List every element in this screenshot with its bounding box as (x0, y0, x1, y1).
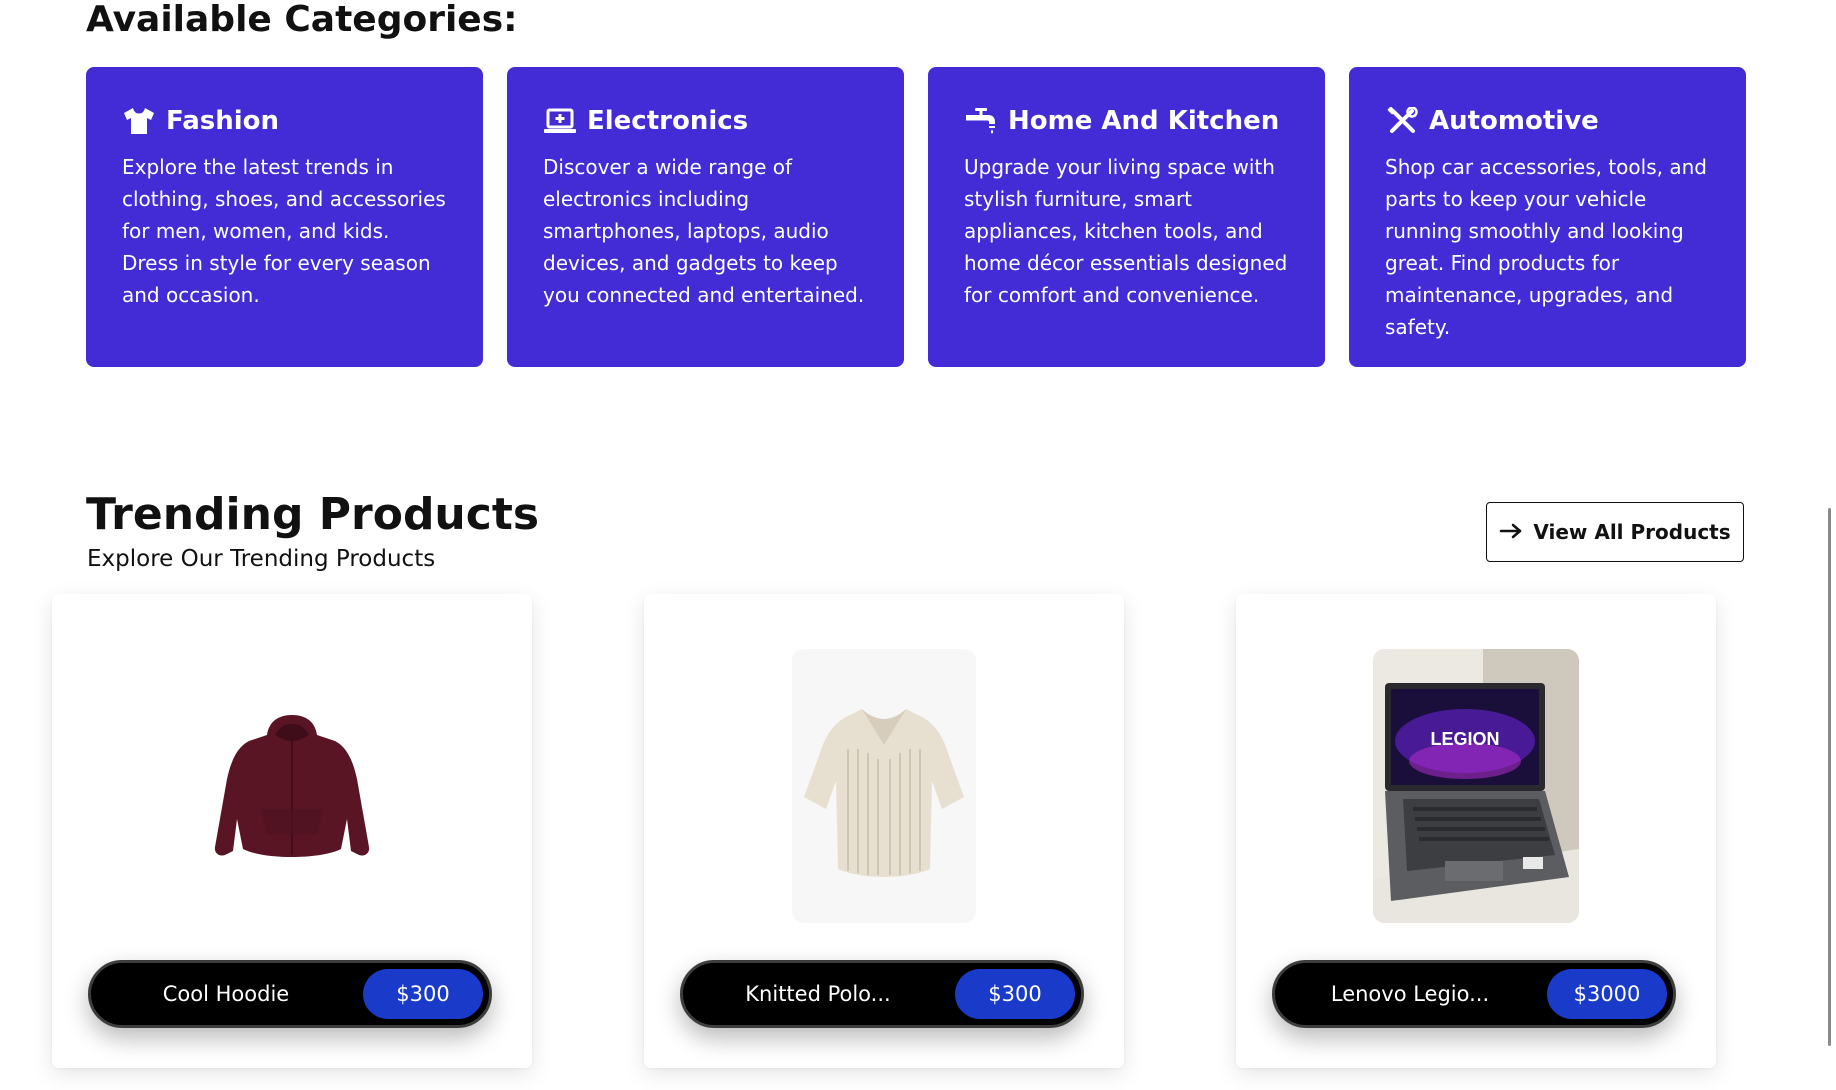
product-name: Cool Hoodie (162, 982, 290, 1006)
product-price[interactable]: $300 (363, 969, 483, 1019)
category-card-fashion[interactable]: Fashion Explore the latest trends in clo… (86, 67, 483, 367)
vertical-scrollbar[interactable] (1822, 0, 1836, 1090)
category-card-electronics[interactable]: Electronics Discover a wide range of ele… (507, 67, 904, 367)
tools-icon (1385, 106, 1419, 136)
view-all-products-button[interactable]: View All Products (1486, 502, 1744, 562)
legion-laptop-image[interactable]: LEGION (1373, 649, 1579, 923)
category-card-automotive[interactable]: Automotive Shop car accessories, tools, … (1349, 67, 1746, 367)
scrollbar-thumb[interactable] (1828, 508, 1831, 1046)
category-title: Home And Kitchen (1008, 106, 1280, 136)
product-card[interactable]: LEGION Lenovo Legio... $3000 (1236, 594, 1716, 1068)
product-name: Knitted Polo... (745, 982, 891, 1006)
arrow-right-icon (1499, 520, 1523, 544)
category-title: Electronics (587, 106, 749, 136)
category-title: Fashion (166, 106, 280, 136)
product-price[interactable]: $300 (955, 969, 1075, 1019)
product-card[interactable]: Cool Hoodie $300 (52, 594, 532, 1068)
svg-text:LEGION: LEGION (1430, 729, 1499, 749)
products-grid: Cool Hoodie $300 Knitted Polo... $300 LE… (52, 594, 1716, 1068)
product-name-price-pill[interactable]: Lenovo Legio... $3000 (1272, 960, 1676, 1028)
category-header: Automotive (1385, 105, 1710, 137)
product-price[interactable]: $3000 (1547, 969, 1667, 1019)
shirt-icon (122, 106, 156, 136)
view-all-label: View All Products (1533, 520, 1731, 544)
trending-subtitle: Explore Our Trending Products (87, 546, 436, 572)
category-title: Automotive (1429, 106, 1599, 136)
category-description: Shop car accessories, tools, and parts t… (1385, 155, 1707, 339)
category-header: Electronics (543, 105, 868, 137)
trending-title: Trending Products (86, 489, 540, 540)
cream-knit-polo-image[interactable] (792, 649, 976, 923)
categories-grid: Fashion Explore the latest trends in clo… (86, 67, 1746, 367)
maroon-hoodie-image[interactable] (189, 649, 395, 923)
category-description: Discover a wide range of electronics inc… (543, 155, 865, 307)
product-name-price-pill[interactable]: Cool Hoodie $300 (88, 960, 492, 1028)
faucet-icon (964, 106, 998, 136)
category-card-home-and-kitchen[interactable]: Home And Kitchen Upgrade your living spa… (928, 67, 1325, 367)
laptop-icon (543, 106, 577, 136)
category-description: Explore the latest trends in clothing, s… (122, 155, 446, 307)
categories-heading: Available Categories: (86, 0, 518, 40)
category-description: Upgrade your living space with stylish f… (964, 155, 1288, 307)
category-header: Home And Kitchen (964, 105, 1289, 137)
product-card[interactable]: Knitted Polo... $300 (644, 594, 1124, 1068)
product-name-price-pill[interactable]: Knitted Polo... $300 (680, 960, 1084, 1028)
page: Available Categories: Fashion Explore th… (0, 0, 1836, 1090)
category-header: Fashion (122, 105, 447, 137)
product-name: Lenovo Legio... (1330, 982, 1490, 1006)
